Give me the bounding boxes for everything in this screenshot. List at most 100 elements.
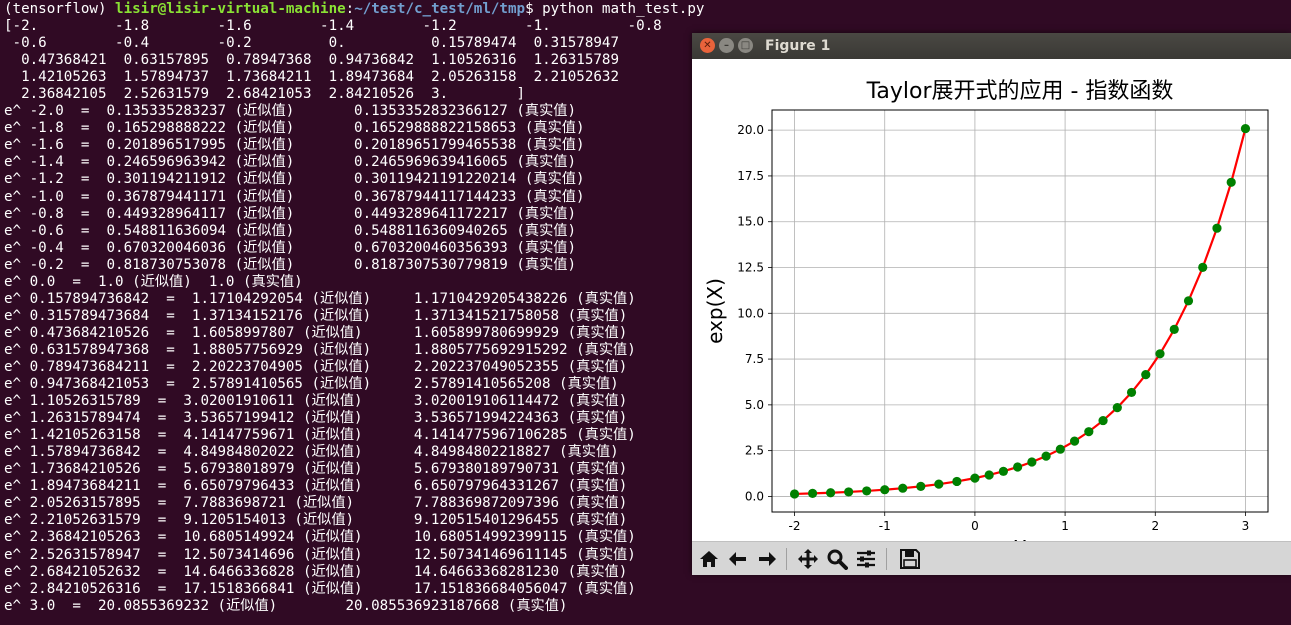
y-tick-label: 15.0: [737, 215, 764, 229]
data-point: [1155, 349, 1165, 359]
terminal-array-line: 0.47368421 0.63157895 0.78947368 0.94736…: [4, 52, 619, 69]
terminal-output-line: e^ 0.631578947368 = 1.88057756929 (近似值) …: [4, 341, 636, 358]
save-icon: [900, 549, 920, 569]
data-point: [844, 487, 854, 497]
data-point: [984, 470, 994, 480]
y-tick-label: 17.5: [737, 169, 764, 183]
terminal-output-line: e^ 0.947368421053 = 2.57891410565 (近似值) …: [4, 376, 619, 393]
y-tick-label: 2.5: [745, 444, 764, 458]
prompt-command: $ python math_test.py: [525, 1, 705, 17]
terminal-output-line: e^ -1.0 = 0.367879441171 (近似值) 0.3678794…: [4, 188, 585, 205]
close-window-button[interactable]: ✕: [700, 38, 715, 53]
window-titlebar[interactable]: ✕ – □ Figure 1: [692, 33, 1291, 59]
terminal-output-line: e^ -1.6 = 0.201896517995 (近似值) 0.2018965…: [4, 137, 585, 154]
forward-icon: [759, 552, 776, 566]
data-point: [1169, 324, 1179, 334]
axes-frame: [771, 109, 1269, 513]
home-button[interactable]: [696, 546, 722, 572]
terminal-output: (tensorflow) lisir@lisir-virtual-machine…: [4, 1, 704, 615]
x-tick-label: -2: [789, 519, 801, 533]
series-markers: [789, 123, 1251, 499]
back-icon: [729, 552, 746, 566]
data-point: [789, 489, 800, 499]
window-title: Figure 1: [765, 38, 831, 54]
data-point: [1013, 462, 1023, 472]
terminal-array-line: [-2. -1.8 -1.6 -1.4 -1.2 -1. -0.8: [4, 18, 662, 35]
grid-lines: [772, 110, 1268, 512]
terminal-output-line: e^ 1.89473684211 = 6.65079796433 (近似值) 6…: [4, 478, 628, 495]
data-point: [1112, 403, 1122, 413]
y-tick-label: 10.0: [737, 306, 764, 320]
terminal-output-line: e^ 0.789473684211 = 2.20223704905 (近似值) …: [4, 358, 628, 375]
data-point: [998, 466, 1008, 476]
pan-icon: [798, 549, 818, 569]
terminal-output-line: e^ -0.4 = 0.670320046036 (近似值) 0.6703200…: [4, 239, 576, 256]
x-tick-label: 0: [971, 519, 979, 533]
data-point: [862, 486, 872, 496]
terminal-output-line: e^ 2.21052631579 = 9.1205154013 (近似值) 9.…: [4, 512, 628, 529]
data-point: [1041, 451, 1051, 461]
data-point: [1212, 223, 1222, 233]
data-point: [1183, 296, 1194, 306]
terminal-output-line: e^ -0.6 = 0.548811636094 (近似值) 0.5488116…: [4, 222, 576, 239]
save-button[interactable]: [897, 546, 923, 572]
configure-subplots-icon: [857, 550, 875, 568]
terminal-output-line: e^ -0.2 = 0.818730753078 (近似值) 0.8187307…: [4, 256, 576, 273]
y-tick-label: 20.0: [737, 123, 764, 137]
data-point: [1084, 427, 1094, 437]
terminal-output-line: e^ -1.8 = 0.165298888222 (近似值) 0.1652988…: [4, 120, 585, 137]
minimize-window-button[interactable]: –: [719, 38, 734, 53]
y-tick-label: 5.0: [745, 398, 764, 412]
terminal-output-line: e^ 0.157894736842 = 1.17104292054 (近似值) …: [4, 290, 636, 307]
terminal-output-line: e^ 1.26315789474 = 3.53657199412 (近似值) 3…: [4, 410, 628, 427]
terminal-output-line: e^ 2.36842105263 = 10.6805149924 (近似值) 1…: [4, 529, 636, 546]
data-point: [826, 488, 836, 498]
pan-button[interactable]: [795, 546, 821, 572]
terminal-output-line: e^ 2.68421052632 = 14.6466336828 (近似值) 1…: [4, 563, 628, 580]
terminal-output-line: e^ 3.0 = 20.0855369232 (近似值) 20.08553692…: [4, 597, 568, 614]
terminal-output-line: e^ -2.0 = 0.135335283237 (近似值) 0.1353352…: [4, 103, 576, 120]
terminal-output-line: e^ 2.84210526316 = 17.1518366841 (近似值) 1…: [4, 580, 636, 597]
terminal-output-line: e^ 1.42105263158 = 4.14147759671 (近似值) 4…: [4, 427, 636, 444]
matplotlib-figure-window[interactable]: ✕ – □ Figure 1 -2 -1 0 1 2 3 0.0 2.5 5.0 7.5 10.0 1…: [692, 33, 1291, 575]
data-point: [1141, 370, 1151, 380]
navigation-toolbar: [692, 541, 1291, 575]
maximize-window-button[interactable]: □: [738, 38, 753, 53]
data-point: [1198, 262, 1208, 272]
y-axis-label: exp(X): [703, 278, 727, 344]
plot-canvas[interactable]: -2 -1 0 1 2 3 0.0 2.5 5.0 7.5 10.0 12.5 15.0 17.5 20.0…: [692, 59, 1291, 541]
x-tick-label: 2: [1151, 519, 1159, 533]
toolbar-separator: [886, 548, 887, 570]
x-tick-label: 1: [1061, 519, 1069, 533]
prompt-colon: :: [345, 1, 355, 17]
terminal-output-line: e^ 1.73684210526 = 5.67938018979 (近似值) 5…: [4, 461, 628, 478]
x-tick-label: 3: [1242, 519, 1250, 533]
data-point: [1240, 123, 1251, 134]
terminal-output-line: e^ 2.05263157895 = 7.7883698721 (近似值) 7.…: [4, 495, 628, 512]
terminal-prompt-line: (tensorflow) lisir@lisir-virtual-machine…: [4, 1, 704, 18]
data-point: [1069, 436, 1080, 446]
terminal-array-line: 1.42105263 1.57894737 1.73684211 1.89473…: [4, 69, 619, 86]
data-point: [934, 479, 944, 489]
data-point: [898, 483, 908, 493]
forward-button[interactable]: [754, 546, 780, 572]
data-point: [807, 488, 818, 499]
configure-subplots-button[interactable]: [853, 546, 879, 572]
data-point: [1098, 415, 1108, 426]
terminal-output-line: e^ 1.57894736842 = 4.84984802022 (近似值) 4…: [4, 444, 619, 461]
data-point: [880, 485, 890, 495]
home-icon: [700, 551, 718, 567]
terminal-output-line: e^ -1.2 = 0.301194211912 (近似值) 0.3011942…: [4, 171, 585, 188]
zoom-button[interactable]: [824, 546, 850, 572]
data-point: [1027, 457, 1037, 467]
terminal-array-line: 2.36842105 2.52631579 2.68421053 2.84210…: [4, 86, 526, 103]
prompt-user: lisir@lisir-virtual-machine: [115, 1, 346, 17]
terminal-array-line: -0.6 -0.4 -0.2 0. 0.15789474 0.31578947: [4, 35, 619, 52]
y-tick-label: 0.0: [745, 489, 764, 503]
data-point: [1226, 177, 1236, 187]
terminal-output-line: e^ 2.52631578947 = 12.5073414696 (近似值) 1…: [4, 546, 636, 563]
back-button[interactable]: [725, 546, 751, 572]
data-point: [970, 473, 980, 483]
x-tick-label: -1: [879, 519, 891, 533]
terminal-output-line: e^ -1.4 = 0.246596963942 (近似值) 0.2465969…: [4, 154, 576, 171]
